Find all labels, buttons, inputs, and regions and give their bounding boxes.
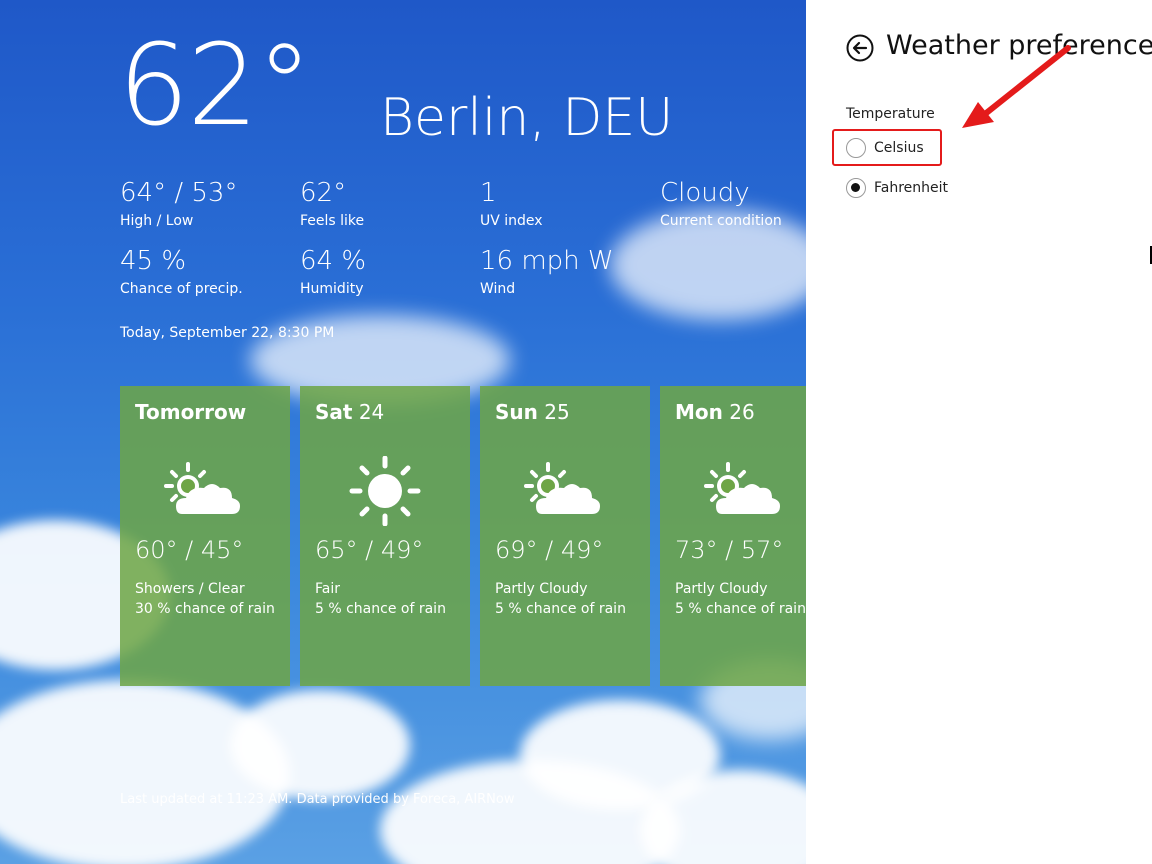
stat-feels-like: 62° Feels like: [300, 180, 364, 229]
stat-wind: 16 mph W Wind: [480, 248, 614, 297]
forecast-condition: Partly Cloudy: [495, 581, 588, 597]
radio-label: Fahrenheit: [874, 180, 949, 196]
stat-value: 1: [480, 178, 497, 208]
stat-uv-index: 1 UV index: [480, 180, 543, 229]
partly-sunny-icon: [524, 462, 600, 514]
temperature-section-label: Temperature: [846, 106, 935, 122]
forecast-card-sun[interactable]: Sun 25 69° / 49° Partly Cloudy 5 % chanc…: [480, 386, 650, 686]
forecast-rain: 30 % chance of rain: [135, 601, 275, 617]
forecast-card-tomorrow[interactable]: Tomorrow 60° / 45° Showers / Clear 30 % …: [120, 386, 290, 686]
forecast-rain: 5 % chance of rain: [675, 601, 806, 617]
forecast-rain: 5 % chance of rain: [495, 601, 626, 617]
stat-value: 62°: [300, 178, 347, 208]
stat-value: 64 %: [300, 246, 367, 276]
stat-value: 16 mph W: [480, 246, 614, 276]
radio-circle-selected[interactable]: [846, 178, 866, 198]
stat-value: 64° / 53°: [120, 178, 238, 208]
stat-label: UV index: [480, 213, 543, 229]
radio-fahrenheit[interactable]: Fahrenheit: [846, 178, 948, 198]
radio-celsius[interactable]: Celsius: [846, 138, 924, 158]
annotation-arrow-icon: [962, 45, 1071, 128]
weather-background: 62° Berlin, DEU 64° / 53° High / Low 62°…: [0, 0, 806, 864]
forecast-card-sat[interactable]: Sat 24 65° / 49° Fair 5 % chance of rain: [300, 386, 470, 686]
observation-time: Today, September 22, 8:30 PM: [120, 325, 335, 341]
stat-label: Chance of precip.: [120, 281, 243, 297]
radio-circle[interactable]: [846, 138, 866, 158]
stat-label: High / Low: [120, 213, 194, 229]
forecast-day: Sat 24: [315, 400, 385, 424]
stat-label: Feels like: [300, 213, 365, 229]
city-name: Berlin, DEU: [380, 88, 674, 148]
forecast-rain: 5 % chance of rain: [315, 601, 446, 617]
stat-precip: 45 % Chance of precip.: [120, 248, 243, 297]
stat-value: Cloudy: [660, 178, 750, 208]
forecast-temps: 60° / 45°: [135, 536, 244, 564]
stat-value: 45 %: [120, 246, 187, 276]
partly-sunny-icon: [164, 462, 240, 514]
forecast-temps: 73° / 57°: [675, 536, 784, 564]
forecast-day: Mon 26: [675, 400, 755, 424]
forecast-day: Sun 25: [495, 400, 570, 424]
forecast-day: Tomorrow: [135, 400, 247, 424]
forecast-condition: Showers / Clear: [135, 581, 245, 597]
stat-label: Current condition: [660, 213, 782, 229]
forecast-card-mon[interactable]: Mon 26 73° / 57° Partly Cloudy 5 % chanc…: [660, 386, 806, 686]
partly-sunny-icon: [704, 462, 780, 514]
stat-humidity: 64 % Humidity: [300, 248, 366, 297]
stat-current-condition: Cloudy Current condition: [660, 180, 782, 229]
stat-label: Humidity: [300, 281, 364, 297]
sun-icon: [349, 456, 421, 526]
back-arrow-icon[interactable]: [846, 34, 874, 62]
forecast-condition: Partly Cloudy: [675, 581, 768, 597]
stat-label: Wind: [480, 281, 516, 297]
stat-high-low: 64° / 53° High / Low: [120, 180, 237, 229]
radio-label: Celsius: [874, 140, 924, 156]
preferences-panel: Weather preferences Temperature Celsius …: [806, 0, 1152, 864]
last-updated-footer: Last updated at 11:23 AM. Data provided …: [120, 792, 515, 807]
forecast-temps: 65° / 49°: [315, 536, 424, 564]
forecast-condition: Fair: [315, 581, 340, 597]
current-temperature: 62°: [118, 21, 313, 151]
forecast-temps: 69° / 49°: [495, 536, 604, 564]
